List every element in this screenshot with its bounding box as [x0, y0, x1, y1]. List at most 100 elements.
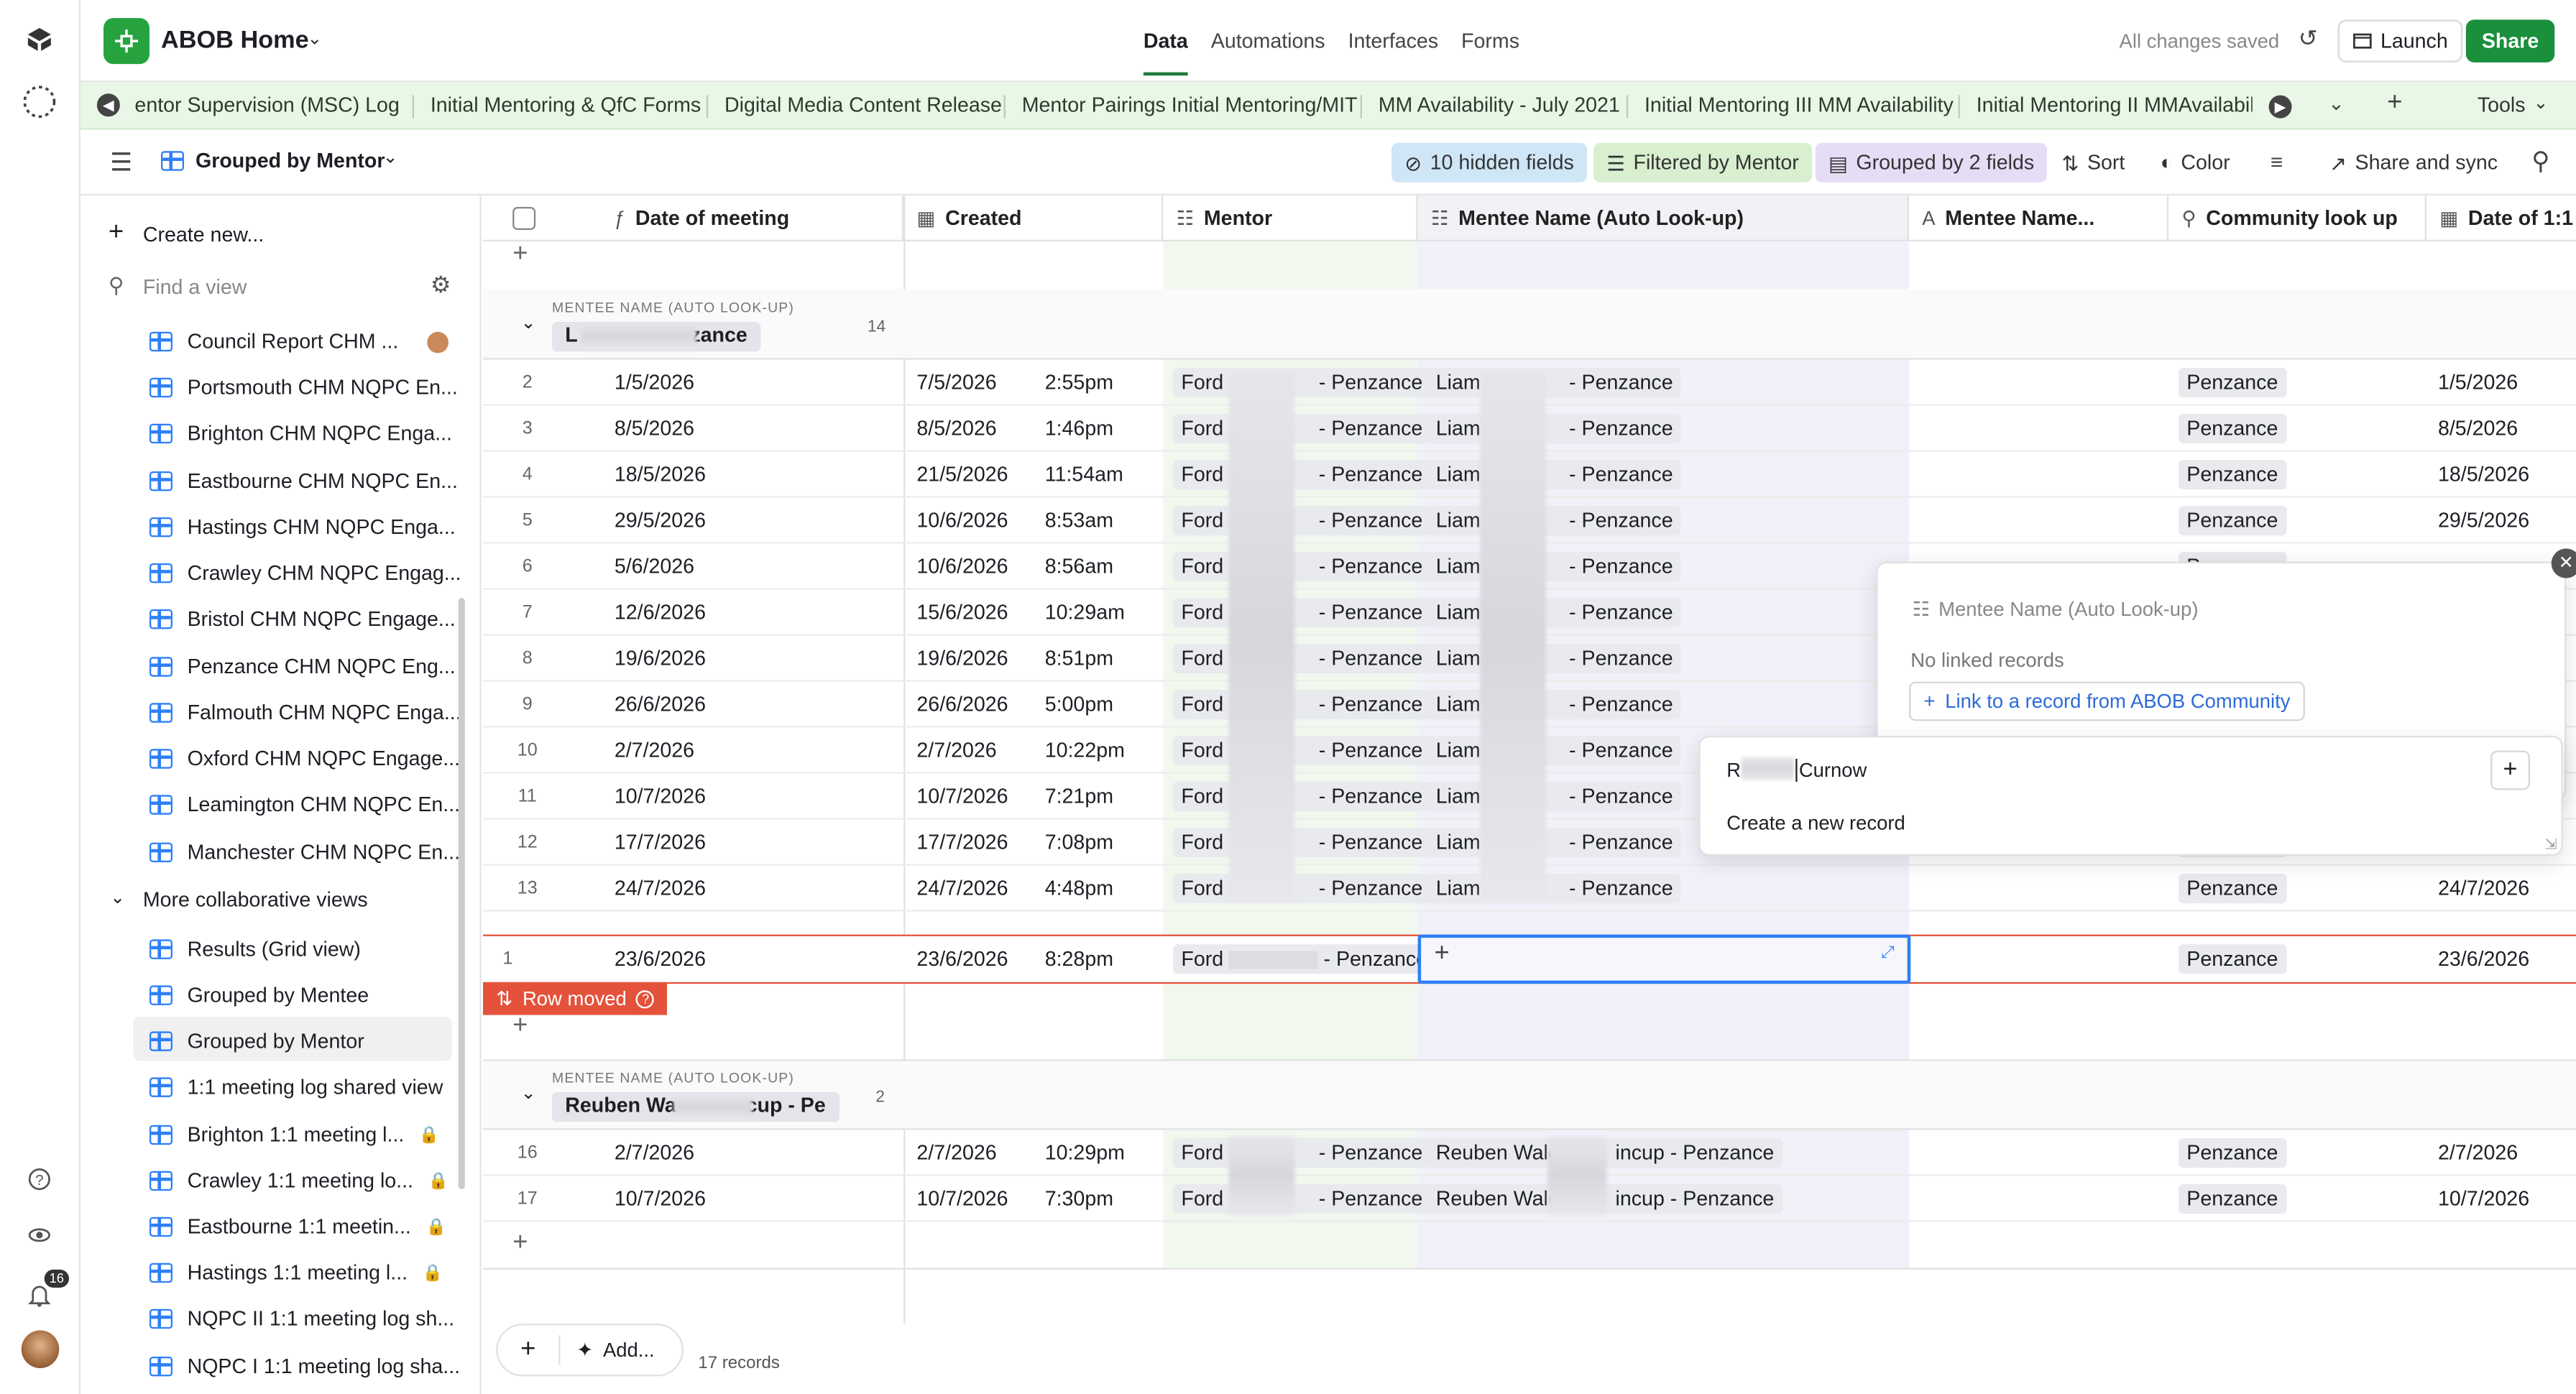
- column-header-mentee-name[interactable]: ☷ Mentee Name (Auto Look-up): [1417, 195, 1909, 241]
- user-avatar[interactable]: [21, 1330, 60, 1368]
- date-of-meeting-cell[interactable]: 23/6/2026: [615, 936, 706, 982]
- group-collapse-chevron-icon[interactable]: ⌄: [521, 1082, 536, 1104]
- created-time-cell[interactable]: 8:51pm: [1045, 636, 1113, 682]
- tab-mentor-supervision[interactable]: entor Supervision (MSC) Log: [134, 93, 399, 116]
- date-of-1-1-cell[interactable]: 29/5/2026: [2438, 498, 2529, 544]
- mentee-cell[interactable]: Liam - Penzance: [1427, 682, 1682, 728]
- view-item[interactable]: Brighton CHM NQPC Enga...: [149, 422, 452, 445]
- created-time-cell[interactable]: 10:22pm: [1045, 728, 1125, 774]
- add-row-icon[interactable]: +: [512, 1229, 528, 1258]
- created-date-cell[interactable]: 21/5/2026: [916, 452, 1008, 498]
- view-item[interactable]: Grouped by Mentee: [149, 984, 369, 1007]
- mentee-cell[interactable]: Liam - Penzance: [1427, 452, 1682, 498]
- date-of-1-1-cell[interactable]: 1/5/2026: [2438, 360, 2518, 406]
- sidebar-scrollbar[interactable]: [458, 597, 465, 1189]
- mentee-cell[interactable]: Liam - Penzance: [1427, 590, 1682, 636]
- tab-initial-mentoring-qfc[interactable]: Initial Mentoring & QfC Forms: [431, 93, 701, 116]
- add-table-icon[interactable]: +: [2387, 88, 2402, 118]
- row-moved-badge[interactable]: ⇅ Row moved?: [482, 982, 667, 1015]
- created-time-cell[interactable]: 2:55pm: [1045, 360, 1113, 406]
- add-with-ai-button[interactable]: ✦ Add...: [560, 1339, 654, 1362]
- date-of-meeting-cell[interactable]: 10/7/2026: [615, 1176, 706, 1222]
- tab-mentor-pairings[interactable]: Mentor Pairings Initial Mentoring/MIT: [1022, 93, 1358, 116]
- created-time-cell[interactable]: 8:53am: [1045, 498, 1113, 544]
- view-item[interactable]: Hastings 1:1 meeting l... 🔒: [149, 1261, 443, 1284]
- section-chevron-icon[interactable]: ⌄: [110, 887, 125, 908]
- history-icon[interactable]: ↺: [2299, 24, 2318, 52]
- select-all-checkbox[interactable]: [512, 206, 536, 229]
- date-of-1-1-cell[interactable]: 10/7/2026: [2438, 1176, 2529, 1222]
- date-of-meeting-cell[interactable]: 10/7/2026: [615, 774, 706, 820]
- add-icon[interactable]: +: [498, 1335, 561, 1365]
- add-row-icon[interactable]: +: [512, 1012, 528, 1041]
- view-item[interactable]: Manchester CHM NQPC En...: [149, 841, 460, 864]
- tab-mm-availability[interactable]: MM Availability - July 2021: [1379, 93, 1620, 116]
- view-item[interactable]: Leamington CHM NQPC En...: [149, 793, 460, 816]
- mentor-cell[interactable]: Ford - Penzance: [1172, 774, 1431, 820]
- mentor-cell[interactable]: Ford - Penzance: [1172, 682, 1431, 728]
- mentee-cell[interactable]: Liam - Penzance: [1427, 636, 1682, 682]
- hidden-fields-button[interactable]: ⊘ 10 hidden fields: [1391, 142, 1588, 183]
- mentor-cell[interactable]: Ford - Penzance: [1172, 360, 1431, 406]
- view-item[interactable]: Portsmouth CHM NQPC En...: [149, 376, 458, 399]
- date-of-1-1-cell[interactable]: 18/5/2026: [2438, 452, 2529, 498]
- create-new-button[interactable]: Create new...: [143, 223, 264, 246]
- created-date-cell[interactable]: 23/6/2026: [916, 936, 1008, 982]
- mentor-cell[interactable]: Ford - Penzance: [1172, 1130, 1431, 1176]
- created-time-cell[interactable]: 4:48pm: [1045, 866, 1113, 912]
- created-date-cell[interactable]: 19/6/2026: [916, 636, 1008, 682]
- column-header-mentor[interactable]: ☷ Mentor: [1163, 195, 1418, 241]
- row-height-icon[interactable]: ≡: [2271, 149, 2283, 174]
- created-date-cell[interactable]: 10/7/2026: [916, 774, 1008, 820]
- date-of-meeting-cell[interactable]: 18/5/2026: [615, 452, 706, 498]
- created-date-cell[interactable]: 26/6/2026: [916, 682, 1008, 728]
- active-cell-mentee-name[interactable]: [1417, 934, 1911, 984]
- mentor-cell[interactable]: Ford - Penzance: [1172, 452, 1431, 498]
- mentor-cell[interactable]: Ford - Penzance: [1172, 406, 1431, 452]
- date-of-meeting-cell[interactable]: 2/7/2026: [615, 728, 694, 774]
- nav-interfaces[interactable]: Interfaces: [1348, 29, 1438, 75]
- view-chevron-icon[interactable]: ⌄: [383, 146, 398, 167]
- tab-digital-media[interactable]: Digital Media Content Release: [724, 93, 1002, 116]
- view-item[interactable]: Brighton 1:1 meeting l... 🔒: [149, 1123, 439, 1146]
- universe-icon[interactable]: [19, 1215, 59, 1255]
- created-time-cell[interactable]: 5:00pm: [1045, 682, 1113, 728]
- tools-menu[interactable]: Tools: [2478, 93, 2526, 116]
- filter-button[interactable]: ☰ Filtered by Mentor: [1593, 142, 1813, 183]
- add-linked-record-icon[interactable]: +: [1434, 939, 1449, 969]
- created-date-cell[interactable]: 2/7/2026: [916, 728, 996, 774]
- nav-forms[interactable]: Forms: [1461, 29, 1519, 75]
- record-search-input[interactable]: Curnow: [1795, 758, 1867, 782]
- close-icon[interactable]: ✕: [2551, 548, 2576, 578]
- date-of-meeting-cell[interactable]: 5/6/2026: [615, 544, 694, 590]
- app-logo-icon[interactable]: [103, 18, 150, 65]
- help-icon[interactable]: ?: [636, 989, 655, 1008]
- view-item[interactable]: Hastings CHM NQPC Enga...: [149, 516, 456, 539]
- date-of-meeting-cell[interactable]: 17/7/2026: [615, 820, 706, 866]
- view-item[interactable]: Council Report CHM ...: [149, 330, 448, 353]
- all-tables-chevron-icon[interactable]: ⌄: [2328, 92, 2345, 115]
- created-time-cell[interactable]: 8:28pm: [1045, 936, 1113, 982]
- current-view-name[interactable]: Grouped by Mentor: [196, 149, 385, 172]
- home-logo-icon[interactable]: [19, 19, 59, 59]
- view-item[interactable]: 1:1 meeting log shared view: [149, 1076, 443, 1099]
- date-of-1-1-cell[interactable]: 23/6/2026: [2438, 936, 2529, 982]
- mentor-cell[interactable]: Ford - Penzance: [1172, 1176, 1431, 1222]
- date-of-meeting-cell[interactable]: 24/7/2026: [615, 866, 706, 912]
- share-sync-button[interactable]: ↗ Share and sync: [2317, 143, 2511, 183]
- mentee-cell[interactable]: Liam - Penzance: [1427, 360, 1682, 406]
- mentee-cell[interactable]: Liam - Penzance: [1427, 498, 1682, 544]
- view-item[interactable]: Oxford CHM NQPC Engage...: [149, 747, 460, 770]
- column-header-community[interactable]: ⚲ Community look up: [2168, 195, 2426, 241]
- workspace-icon[interactable]: [19, 82, 59, 121]
- created-time-cell[interactable]: 7:21pm: [1045, 774, 1113, 820]
- created-time-cell[interactable]: 7:30pm: [1045, 1176, 1113, 1222]
- mentor-cell[interactable]: Ford - Penzance: [1172, 544, 1431, 590]
- view-item[interactable]: Eastbourne CHM NQPC En...: [149, 470, 458, 493]
- created-date-cell[interactable]: 10/6/2026: [916, 544, 1008, 590]
- column-header-date-of-1-1[interactable]: ▦ Date of 1:1 m: [2426, 195, 2576, 241]
- help-icon[interactable]: ?: [19, 1160, 59, 1199]
- date-of-meeting-cell[interactable]: 19/6/2026: [615, 636, 706, 682]
- created-time-cell[interactable]: 11:54am: [1045, 452, 1123, 498]
- mentor-cell[interactable]: Ford - Penzance: [1172, 866, 1431, 912]
